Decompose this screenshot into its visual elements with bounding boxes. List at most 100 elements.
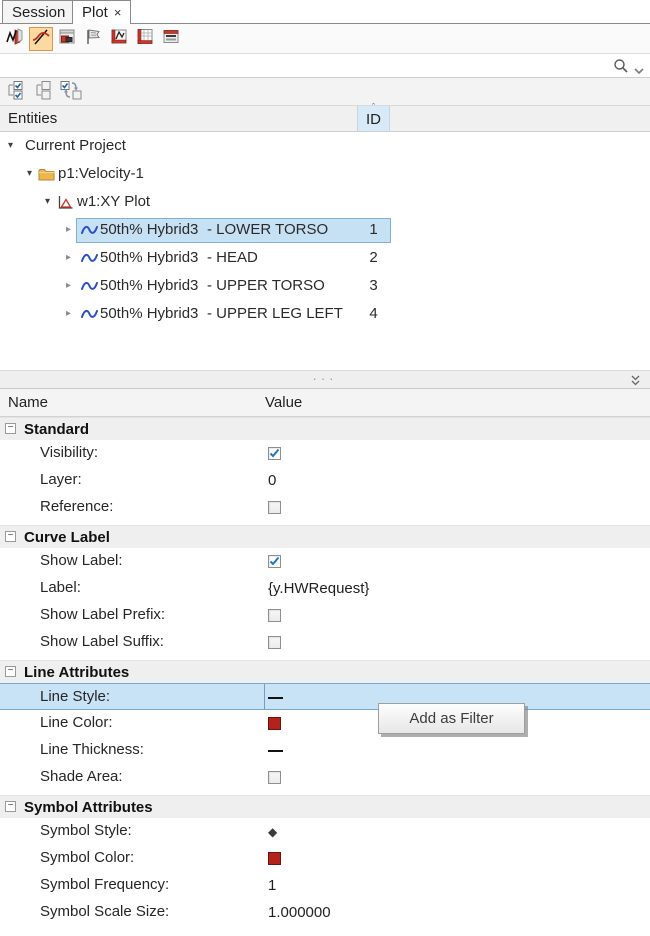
curve-request: - UPPER LEG LEFT bbox=[207, 305, 343, 322]
tab-session-label: Session bbox=[12, 4, 65, 21]
tree-row-curve[interactable]: ▸ 50th% Hybrid3 - UPPER TORSO 3 bbox=[0, 274, 650, 302]
curve-id: 1 bbox=[357, 221, 390, 238]
uncheck-all-button[interactable] bbox=[32, 81, 58, 103]
uncheck-all-icon bbox=[33, 80, 57, 104]
expander-collapsed-icon[interactable]: ▸ bbox=[66, 280, 71, 291]
expander-collapsed-icon[interactable]: ▸ bbox=[66, 224, 71, 235]
value-text[interactable]: 1.000000 bbox=[268, 899, 331, 926]
context-menu-item-add-as-filter[interactable]: Add as Filter bbox=[379, 704, 524, 733]
checkbox-unchecked[interactable] bbox=[268, 501, 281, 514]
property-row-symbol-style: Symbol Style: ◆ bbox=[0, 818, 650, 845]
sort-ascending-icon: ˆ bbox=[372, 103, 375, 111]
property-row-line-style-highlighted[interactable]: Line Style: bbox=[0, 683, 650, 710]
symbol-style-sample[interactable]: ◆ bbox=[268, 826, 277, 838]
collapse-minus-icon[interactable]: − bbox=[5, 423, 16, 434]
tree-header: Entities ˆ ID bbox=[0, 106, 650, 132]
properties-header: Name Value bbox=[0, 389, 650, 417]
splitter-grip: ··· bbox=[0, 371, 650, 386]
property-row-symbol-color: Symbol Color: bbox=[0, 845, 650, 872]
id-column-header[interactable]: ˆ ID bbox=[357, 106, 390, 131]
folder-icon bbox=[38, 167, 55, 186]
section-header-symbol-attributes[interactable]: − Symbol Attributes bbox=[0, 795, 650, 818]
tab-bar: Session Plot × bbox=[0, 0, 650, 24]
collapse-minus-icon[interactable]: − bbox=[5, 801, 16, 812]
table-view-button[interactable] bbox=[159, 27, 183, 51]
tree-label: w1:XY Plot bbox=[77, 193, 150, 210]
property-row-show-label-prefix: Show Label Prefix: bbox=[0, 602, 650, 629]
section-header-standard[interactable]: − Standard bbox=[0, 417, 650, 440]
check-all-button[interactable] bbox=[4, 81, 30, 103]
value-column-header[interactable]: Value bbox=[265, 389, 302, 416]
property-row-line-color: Line Color: bbox=[0, 710, 650, 737]
search-options-chevron-icon[interactable] bbox=[634, 62, 644, 79]
checkbox-checked[interactable] bbox=[268, 447, 281, 460]
collapse-minus-icon[interactable]: − bbox=[5, 666, 16, 677]
property-row-symbol-frequency: Symbol Frequency: 1 bbox=[0, 872, 650, 899]
checkbox-unchecked[interactable] bbox=[268, 771, 281, 784]
curve-request: - HEAD bbox=[207, 249, 258, 266]
expander-expanded-icon[interactable]: ▾ bbox=[8, 140, 13, 151]
property-row-label: Label: {y.HWRequest} bbox=[0, 575, 650, 602]
tree-label: p1:Velocity-1 bbox=[58, 165, 144, 182]
reverse-check-button[interactable] bbox=[58, 81, 84, 103]
search-bar bbox=[0, 54, 650, 78]
flag-button[interactable] bbox=[81, 27, 105, 51]
section-header-curve-label[interactable]: − Curve Label bbox=[0, 525, 650, 548]
media-page-button[interactable] bbox=[55, 27, 79, 51]
expander-expanded-icon[interactable]: ▾ bbox=[27, 168, 32, 179]
search-icon[interactable] bbox=[612, 57, 630, 79]
curve-name: 50th% Hybrid3 bbox=[100, 277, 198, 294]
curve-request: - UPPER TORSO bbox=[207, 277, 325, 294]
curve-icon bbox=[81, 279, 98, 297]
property-row-symbol-scale-size: Symbol Scale Size: 1.000000 bbox=[0, 899, 650, 926]
tree-row-curve[interactable]: ▸ 50th% Hybrid3 - UPPER LEG LEFT 4 bbox=[0, 302, 650, 330]
tab-session[interactable]: Session bbox=[2, 0, 75, 23]
line-thickness-sample[interactable] bbox=[268, 750, 283, 752]
table-grid-button[interactable] bbox=[133, 27, 157, 51]
tree-row-page[interactable]: ▾ p1:Velocity-1 bbox=[0, 162, 650, 190]
browser-toolbar bbox=[0, 24, 650, 54]
animation-plot-button[interactable] bbox=[3, 27, 27, 51]
flag-icon bbox=[83, 27, 103, 51]
properties-panel: − Standard Visibility: Layer: 0 Referenc… bbox=[0, 417, 650, 936]
property-row-reference: Reference: bbox=[0, 494, 650, 521]
curve-icon bbox=[81, 223, 98, 241]
line-style-sample[interactable] bbox=[268, 697, 283, 699]
curve-name: 50th% Hybrid3 bbox=[100, 221, 198, 238]
close-icon[interactable]: × bbox=[114, 5, 122, 20]
tree-row-window[interactable]: ▾ w1:XY Plot bbox=[0, 190, 650, 218]
property-row-layer: Layer: 0 bbox=[0, 467, 650, 494]
property-row-show-label-suffix: Show Label Suffix: bbox=[0, 629, 650, 656]
value-text[interactable]: 1 bbox=[268, 872, 276, 899]
tree-toolbar bbox=[0, 78, 650, 106]
checkbox-checked[interactable] bbox=[268, 555, 281, 568]
collapse-minus-icon[interactable]: − bbox=[5, 531, 16, 542]
tree-row-curve-selected[interactable]: ▸ 50th% Hybrid3 - LOWER TORSO 1 bbox=[0, 218, 650, 246]
value-text[interactable]: {y.HWRequest} bbox=[268, 575, 369, 602]
check-all-icon bbox=[5, 80, 29, 104]
curve-id: 4 bbox=[357, 305, 390, 322]
tab-plot-label: Plot bbox=[82, 4, 108, 21]
plot-browser-panel: Session Plot × bbox=[0, 0, 650, 936]
column-divider bbox=[264, 684, 265, 709]
entities-column-header[interactable]: Entities bbox=[8, 106, 57, 131]
tree-row-current-project[interactable]: ▾ Current Project bbox=[0, 134, 650, 162]
line-color-swatch[interactable] bbox=[268, 717, 281, 730]
expander-collapsed-icon[interactable]: ▸ bbox=[66, 252, 71, 263]
expander-collapsed-icon[interactable]: ▸ bbox=[66, 308, 71, 319]
tab-plot[interactable]: Plot × bbox=[72, 0, 131, 24]
curve-id: 2 bbox=[357, 249, 390, 266]
value-text[interactable]: 0 bbox=[268, 467, 276, 494]
expander-expanded-icon[interactable]: ▾ bbox=[45, 196, 50, 207]
splitter-handle[interactable]: ··· bbox=[0, 370, 650, 389]
section-header-line-attributes[interactable]: − Line Attributes bbox=[0, 660, 650, 683]
checkbox-unchecked[interactable] bbox=[268, 636, 281, 649]
name-column-header[interactable]: Name bbox=[8, 389, 48, 416]
tree-row-curve[interactable]: ▸ 50th% Hybrid3 - HEAD 2 bbox=[0, 246, 650, 274]
plot-note-button[interactable] bbox=[107, 27, 131, 51]
symbol-color-swatch[interactable] bbox=[268, 852, 281, 865]
curve-icon bbox=[81, 307, 98, 325]
xy-curve-button[interactable] bbox=[29, 27, 53, 51]
checkbox-unchecked[interactable] bbox=[268, 609, 281, 622]
search-input[interactable] bbox=[2, 55, 606, 77]
